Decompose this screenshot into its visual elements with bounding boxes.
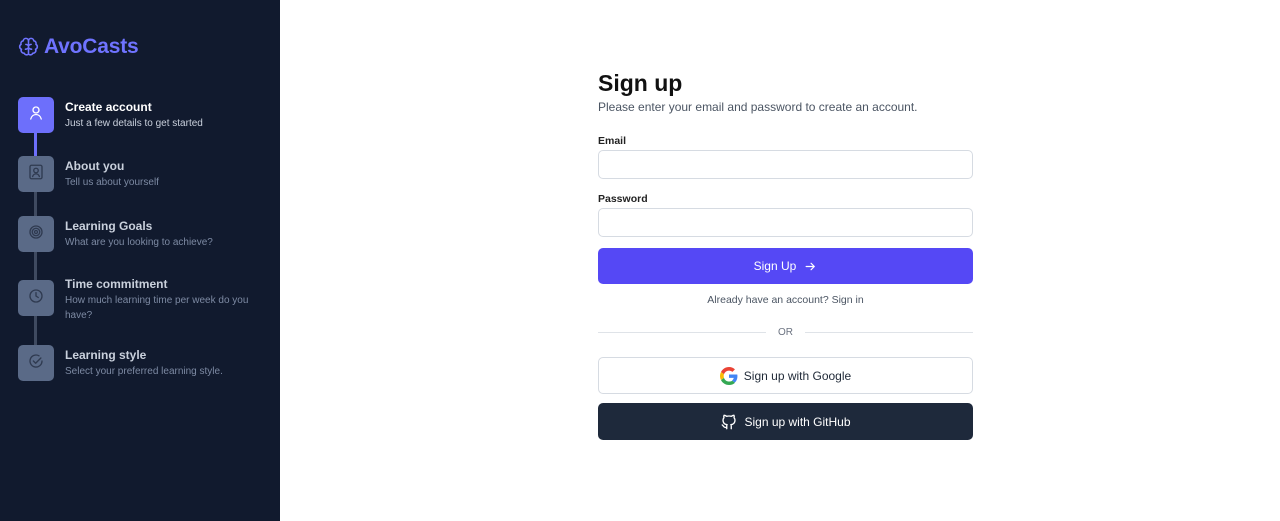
password-label: Password — [598, 193, 648, 205]
brand-name: AvoCasts — [44, 35, 139, 58]
step-subtitle: Just a few details to get started — [65, 118, 203, 129]
google-icon — [719, 366, 738, 385]
or-divider: OR — [598, 325, 973, 339]
step-title: Learning style — [65, 348, 147, 362]
divider-line — [598, 331, 766, 333]
step-connector — [34, 132, 37, 156]
check-circle-icon — [27, 352, 45, 375]
google-signup-button[interactable]: Sign up with Google — [598, 357, 973, 394]
step-title: Create account — [65, 100, 152, 114]
user-icon — [27, 104, 45, 127]
step-connector — [34, 251, 37, 280]
brain-icon — [18, 35, 39, 59]
or-label: OR — [778, 326, 793, 338]
github-icon — [720, 413, 738, 431]
step-connector — [34, 316, 37, 345]
step-subtitle: How much learning time per week do you h… — [65, 295, 249, 321]
step-icon-box — [18, 97, 54, 133]
step-icon-box — [18, 216, 54, 252]
step-icon-box — [18, 345, 54, 381]
sign-up-label: Sign Up — [753, 259, 797, 273]
step-title: Time commitment — [65, 277, 168, 291]
page-subtitle: Please enter your email and password to … — [598, 100, 918, 114]
password-field[interactable] — [598, 208, 973, 237]
step-subtitle: What are you looking to achieve? — [65, 237, 213, 248]
brand: AvoCasts — [18, 35, 139, 59]
step-connector — [34, 192, 37, 216]
clock-icon — [27, 287, 45, 310]
github-label: Sign up with GitHub — [744, 414, 851, 429]
signup-form: Sign up Please enter your email and pass… — [598, 68, 973, 440]
sign-in-link[interactable]: Already have an account? Sign in — [598, 294, 973, 306]
page-title: Sign up — [598, 70, 683, 96]
profile-card-icon — [27, 163, 45, 186]
arrow-right-icon — [805, 262, 816, 270]
step-icon-box — [18, 280, 54, 316]
step-title: Learning Goals — [65, 219, 153, 233]
divider-line — [805, 331, 973, 333]
target-icon — [27, 223, 45, 246]
email-label: Email — [598, 135, 627, 147]
sidebar: AvoCasts Create account Just a few detai… — [0, 0, 280, 521]
step-subtitle: Select your preferred learning style. — [65, 366, 223, 377]
step-icon-box — [18, 156, 54, 192]
email-field[interactable] — [598, 150, 973, 179]
google-label: Sign up with Google — [743, 368, 852, 383]
github-signup-button[interactable]: Sign up with GitHub — [598, 403, 973, 440]
sign-up-button[interactable]: Sign Up — [598, 248, 973, 284]
step-subtitle: Tell us about yourself — [65, 177, 159, 188]
step-title: About you — [65, 159, 125, 173]
